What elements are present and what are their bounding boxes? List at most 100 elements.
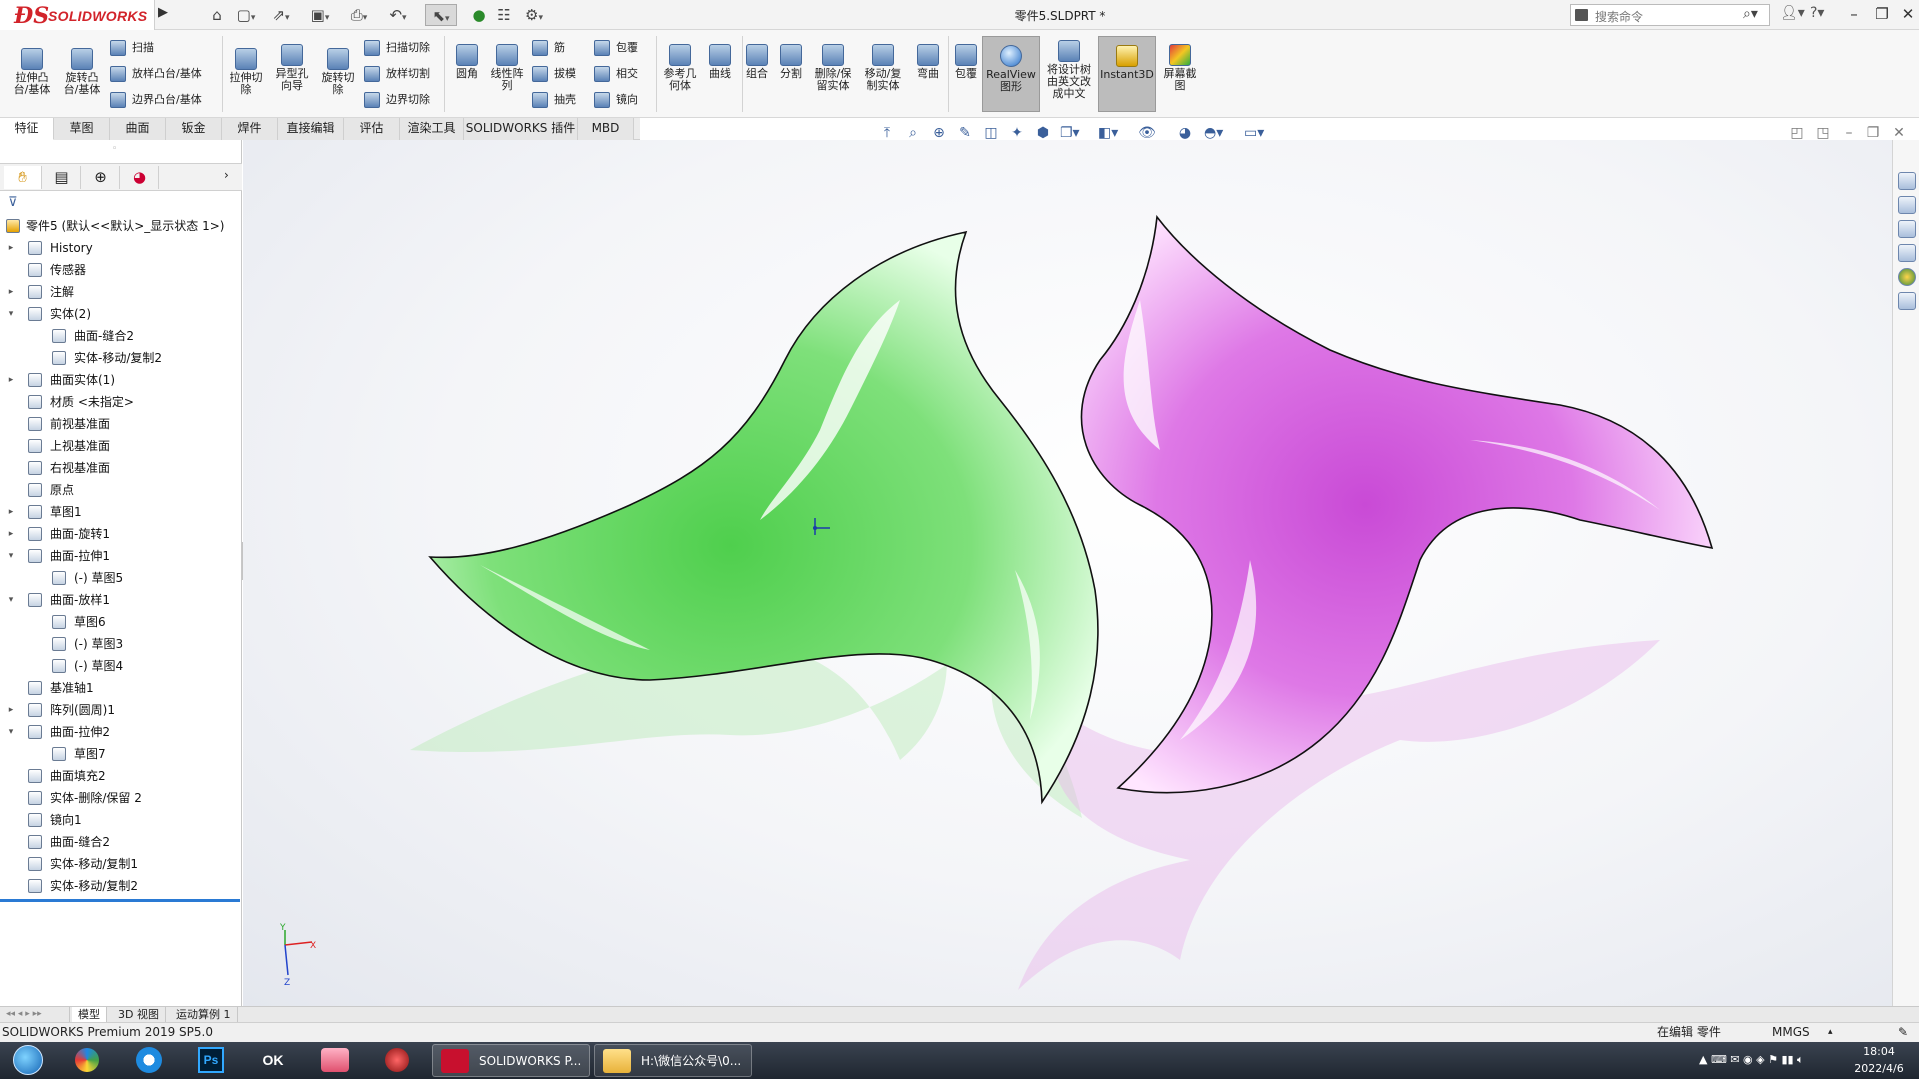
sweep-button[interactable]: 扫描 [110,38,154,58]
feature-tree-tab-icon[interactable]: ✋︎ [4,166,42,189]
panel-grip-icon[interactable]: ◦ [112,144,117,154]
expand-toggle-icon[interactable]: ▸ [6,281,16,303]
units-dropdown-icon[interactable]: ▴ [1828,1023,1833,1042]
custom-properties-icon[interactable] [1898,292,1916,310]
expand-toggle-icon[interactable]: ▾ [6,721,16,743]
print-icon[interactable]: ⎙▾ [346,4,372,26]
display-manager-tab-icon[interactable]: ◕ [121,166,159,189]
rib-button[interactable]: 筋 [532,38,565,58]
new-doc-icon[interactable]: ▢▾ [233,4,259,26]
home-icon[interactable]: ⌂ [205,4,229,26]
user-icon[interactable]: 👤︎▾ [1780,5,1805,21]
tray-icons[interactable]: ▲ ⌨ ✉ ◉ ◈ ⚑ ▮▮ 🔈︎ [1699,1053,1804,1067]
panel-expand-icon[interactable]: › [224,168,229,182]
expand-toggle-icon[interactable]: ▾ [6,545,16,567]
tab-surfaces[interactable]: 曲面 [110,118,166,140]
extrude-boss-button[interactable]: 拉伸凸 台/基体 [8,48,56,96]
undo-icon[interactable]: ↶▾ [385,4,411,26]
tab-features[interactable]: 特征 [0,118,54,140]
open-icon[interactable]: ⇗▾ [268,4,294,26]
property-manager-tab-icon[interactable]: ▤ [43,166,81,189]
realview-button[interactable]: RealView 图形 [982,36,1040,112]
curves-button[interactable]: 曲线 [702,44,738,80]
revolve-cut-button[interactable]: 旋转切 除 [316,48,360,96]
taskbar-solidworks-app[interactable]: SOLIDWORKS P... [432,1044,590,1077]
media-app-icon[interactable] [308,1044,362,1077]
appearances-icon[interactable] [1898,268,1916,286]
loft-button[interactable]: 放样凸台/基体 [110,64,202,84]
screenshot-button[interactable]: 屏幕截 图 [1158,44,1202,92]
config-manager-tab-icon[interactable]: ⊕ [82,166,120,189]
start-button[interactable] [0,1044,56,1077]
swept-cut-button[interactable]: 扫描切除 [364,38,430,58]
hole-wizard-button[interactable]: 异型孔 向导 [270,44,314,92]
design-library-icon[interactable] [1898,196,1916,214]
search-scope-icon[interactable] [1575,9,1588,21]
expand-toggle-icon[interactable]: ▸ [6,501,16,523]
restore-button[interactable]: ❐ [1868,2,1896,26]
select-icon[interactable]: ⬉▾ [425,4,457,26]
revolve-boss-button[interactable]: 旋转凸 台/基体 [58,48,106,96]
expand-toggle-icon[interactable]: ▸ [6,237,16,259]
clock-time[interactable]: 18:04 [1849,1045,1909,1058]
photos-app-icon[interactable] [60,1044,114,1077]
draft-button[interactable]: 拔模 [532,64,576,84]
instant3d-button[interactable]: Instant3D [1098,36,1156,112]
help-icon[interactable]: ?▾ [1810,5,1824,21]
shell-button[interactable]: 抽壳 [532,90,576,110]
expand-toggle-icon[interactable]: ▾ [6,589,16,611]
taskbar-explorer-app[interactable]: H:\微信公众号\0... [594,1044,752,1077]
wrap-button[interactable]: 包覆 [594,38,638,58]
split-button[interactable]: 分割 [774,44,808,80]
tab-evaluate[interactable]: 评估 [344,118,400,140]
boundary-cut-button[interactable]: 边界切除 [364,90,430,110]
flex-button[interactable]: 弯曲 [910,44,946,80]
solidworks-resources-icon[interactable] [1898,172,1916,190]
tab-motion-study[interactable]: 运动算例 1 [170,1007,238,1023]
browser-app-icon[interactable] [122,1044,176,1077]
intersect-button[interactable]: 相交 [594,64,638,84]
rollback-bar[interactable] [0,899,240,902]
photoshop-app-icon[interactable]: Ps [184,1044,238,1077]
filter-icon[interactable]: ⊽ [8,195,18,210]
translate-tree-button[interactable]: 将设计树 由英文改 成中文 [1042,40,1096,100]
lofted-cut-button[interactable]: 放样切割 [364,64,430,84]
expand-toggle-icon[interactable]: ▸ [6,523,16,545]
expand-toggle-icon[interactable]: ▾ [6,303,16,325]
view-palette-icon[interactable] [1898,244,1916,262]
linear-pattern-button[interactable]: 线性阵 列 [486,44,528,92]
fillet-button[interactable]: 圆角 [448,44,486,80]
search-icon[interactable]: ⌕▾ [1743,6,1758,22]
tab-scroll-arrows-icon[interactable]: ◂◂ ◂ ▸ ▸▸ [0,1007,70,1023]
app-logo[interactable]: ƉS SOLIDWORKS [0,0,155,30]
extrude-cut-button[interactable]: 拉伸切 除 [226,48,266,96]
combine-button[interactable]: 组合 [740,44,774,80]
boundary-boss-button[interactable]: 边界凸台/基体 [110,90,202,110]
save-icon[interactable]: ▣▾ [307,4,333,26]
search-commands-input[interactable]: 搜索命令 ⌕▾ [1570,4,1770,26]
units-selector[interactable]: MMGS [1772,1023,1810,1042]
rebuild-icon[interactable]: ● [470,4,488,26]
reference-geometry-button[interactable]: 参考几 何体 [658,44,702,92]
obs-app-icon[interactable]: OK [246,1044,300,1077]
options-gear-icon[interactable]: ⚙▾ [520,4,548,26]
file-properties-icon[interactable]: ☷ [493,4,515,26]
tab-weldments[interactable]: 焊件 [222,118,278,140]
graphics-area[interactable]: X Y Z [243,140,1892,1006]
file-explorer-icon[interactable] [1898,220,1916,238]
mirror-button[interactable]: 镜向 [594,90,638,110]
menu-expand-icon[interactable]: ▶ [158,5,172,25]
tab-mbd[interactable]: MBD [578,118,634,140]
clock-date[interactable]: 2022/4/6 [1839,1062,1919,1075]
minimize-button[interactable]: – [1840,2,1868,26]
move-copy-body-button[interactable]: 移动/复 制实体 [858,44,908,92]
tab-sketch[interactable]: 草图 [54,118,110,140]
tab-sheet-metal[interactable]: 钣金 [166,118,222,140]
tab-solidworks-addins[interactable]: SOLIDWORKS 插件 [464,118,578,140]
tab-model[interactable]: 模型 [72,1007,107,1023]
wrap-large-button[interactable]: 包覆 [950,44,982,80]
tab-render-tools[interactable]: 渲染工具 [400,118,464,140]
expand-toggle-icon[interactable]: ▸ [6,699,16,721]
tooltip-icon[interactable]: ✎ [1898,1023,1908,1042]
tab-3d-views[interactable]: 3D 视图 [112,1007,166,1023]
